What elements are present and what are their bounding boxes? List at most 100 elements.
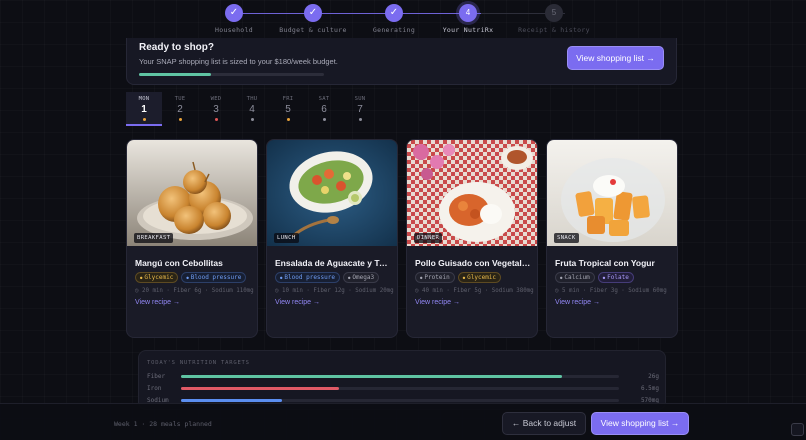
day-number: 6 (321, 104, 327, 115)
budget-progress-fill (139, 73, 212, 76)
meal-card-dinner[interactable]: DINNER Pollo Guisado con Vegetales Prote… (406, 139, 538, 338)
meal-type-badge: BREAKFAST (134, 233, 174, 243)
meal-type-badge: DINNER (414, 233, 443, 243)
view-shopping-list-button[interactable]: View shopping list → (567, 46, 664, 70)
day-name: SUN (354, 96, 366, 102)
day-name: WED (210, 96, 222, 102)
condition-tag: Blood pressure (275, 272, 340, 283)
meal-photo (127, 140, 257, 246)
step-label: Your NutriRx (442, 26, 494, 34)
day-tab-tue[interactable]: TUE 2 (162, 92, 198, 126)
target-bar-fill (181, 375, 563, 378)
day-tab-sun[interactable]: SUN 7 (342, 92, 378, 126)
day-number: 5 (285, 104, 291, 115)
meal-meta: ◷ 20 min · Fiber 6g · Sodium 110mg (135, 288, 254, 294)
meal-title: Ensalada de Aguacate y To... (275, 258, 391, 268)
view-recipe-link[interactable]: View recipe → (135, 299, 180, 306)
meal-meta: ◷ 10 min · Fiber 12g · Sodium 20mg (275, 288, 394, 294)
day-tab-thu[interactable]: THU 4 (234, 92, 270, 126)
day-status-dot (286, 118, 290, 121)
meal-photo (547, 140, 677, 246)
condition-tag: Glycemic (457, 272, 502, 283)
day-status-dot (178, 118, 182, 121)
meal-title: Pollo Guisado con Vegetales (415, 258, 531, 268)
back-to-adjust-button[interactable]: ← Back to adjust (502, 412, 586, 435)
meal-meta: ◷ 5 min · Fiber 3g · Sodium 60mg (555, 288, 667, 294)
target-bar (181, 387, 619, 390)
footer-view-shopping-list-button[interactable]: View shopping list → (591, 412, 689, 435)
footer-bar: Week 1 · 28 meals planned ← Back to adju… (0, 403, 806, 440)
day-number: 7 (357, 104, 363, 115)
target-bar-fill (181, 399, 282, 402)
condition-tag: Blood pressure (181, 272, 247, 283)
day-name: MON (138, 96, 150, 102)
screenshot-icon[interactable] (791, 423, 804, 436)
progress-stepper: ✓ Household ✓ Budget & culture ✓ Generat… (200, 4, 610, 34)
targets-title: TODAY'S NUTRITION TARGETS (147, 360, 250, 366)
day-status-dot (142, 118, 146, 121)
condition-tag: Folate (597, 272, 634, 283)
check-icon: ✓ (225, 4, 243, 22)
target-row-iron: Iron 6.5mg (147, 385, 659, 393)
banner-title: Ready to shop? (139, 42, 215, 53)
shop-banner: Ready to shop? Your SNAP shopping list i… (126, 38, 677, 85)
day-tab-wed[interactable]: WED 3 (198, 92, 234, 126)
meal-condition-tags: Calcium Folate (555, 272, 634, 283)
budget-progress-bar (139, 73, 324, 76)
step-number: 4 (459, 4, 477, 22)
meal-type-badge: LUNCH (274, 233, 299, 243)
step-receipt-history[interactable]: 5 Receipt & history (514, 4, 594, 34)
target-label: Fiber (147, 373, 166, 380)
step-generating[interactable]: ✓ Generating (354, 4, 434, 34)
meal-title: Fruta Tropical con Yogur (555, 258, 655, 268)
step-your-nutrirx[interactable]: 4 Your NutriRx (428, 4, 508, 34)
step-household[interactable]: ✓ Household (194, 4, 274, 34)
day-number: 1 (141, 104, 147, 115)
step-label: Generating (372, 26, 416, 34)
condition-tag: Calcium (555, 272, 595, 283)
day-tab-fri[interactable]: FRI 5 (270, 92, 306, 126)
meal-photo (407, 140, 537, 246)
day-name: TUE (174, 96, 186, 102)
check-icon: ✓ (385, 4, 403, 22)
day-number: 2 (177, 104, 183, 115)
day-name: SAT (318, 96, 330, 102)
meal-condition-tags: Glycemic Blood pressure (135, 272, 247, 283)
meal-condition-tags: Protein Glycemic (415, 272, 502, 283)
check-icon: ✓ (304, 4, 322, 22)
meal-condition-tags: Blood pressure Omega3 (275, 272, 380, 283)
target-row-fiber: Fiber 26g (147, 373, 659, 381)
meal-type-badge: SNACK (554, 233, 579, 243)
target-label: Iron (147, 385, 162, 392)
meal-card-snack[interactable]: SNACK Fruta Tropical con Yogur Calcium F… (546, 139, 678, 338)
condition-tag: Glycemic (135, 272, 179, 283)
day-name: THU (246, 96, 258, 102)
view-recipe-link[interactable]: View recipe → (555, 299, 600, 306)
day-tab-mon[interactable]: MON 1 (126, 92, 162, 126)
meal-card-breakfast[interactable]: BREAKFAST Mangú con Cebollitas Glycemic … (126, 139, 258, 338)
target-bar (181, 375, 619, 378)
week-summary: Week 1 · 28 meals planned (114, 420, 212, 428)
step-label: Budget & culture (279, 26, 347, 34)
step-label: Household (215, 26, 253, 34)
target-bar-fill (181, 387, 339, 390)
meal-meta: ◷ 40 min · Fiber 5g · Sodium 380mg (415, 288, 534, 294)
condition-tag: Protein (415, 272, 455, 283)
view-recipe-link[interactable]: View recipe → (415, 299, 460, 306)
day-number: 4 (249, 104, 255, 115)
condition-tag: Omega3 (343, 272, 380, 283)
day-name: FRI (282, 96, 294, 102)
day-status-dot (214, 118, 218, 121)
step-label: Receipt & history (518, 26, 590, 34)
step-budget-culture[interactable]: ✓ Budget & culture (273, 4, 353, 34)
banner-subtitle: Your SNAP shopping list is sized to your… (139, 57, 338, 66)
day-status-dot (322, 118, 326, 121)
meal-title: Mangú con Cebollitas (135, 258, 223, 268)
meal-card-lunch[interactable]: LUNCH Ensalada de Aguacate y To... Blood… (266, 139, 398, 338)
target-value: 26g (648, 373, 659, 380)
day-status-dot (358, 118, 362, 121)
view-recipe-link[interactable]: View recipe → (275, 299, 320, 306)
target-bar (181, 399, 619, 402)
target-value: 6.5mg (640, 385, 659, 392)
day-tab-sat[interactable]: SAT 6 (306, 92, 342, 126)
